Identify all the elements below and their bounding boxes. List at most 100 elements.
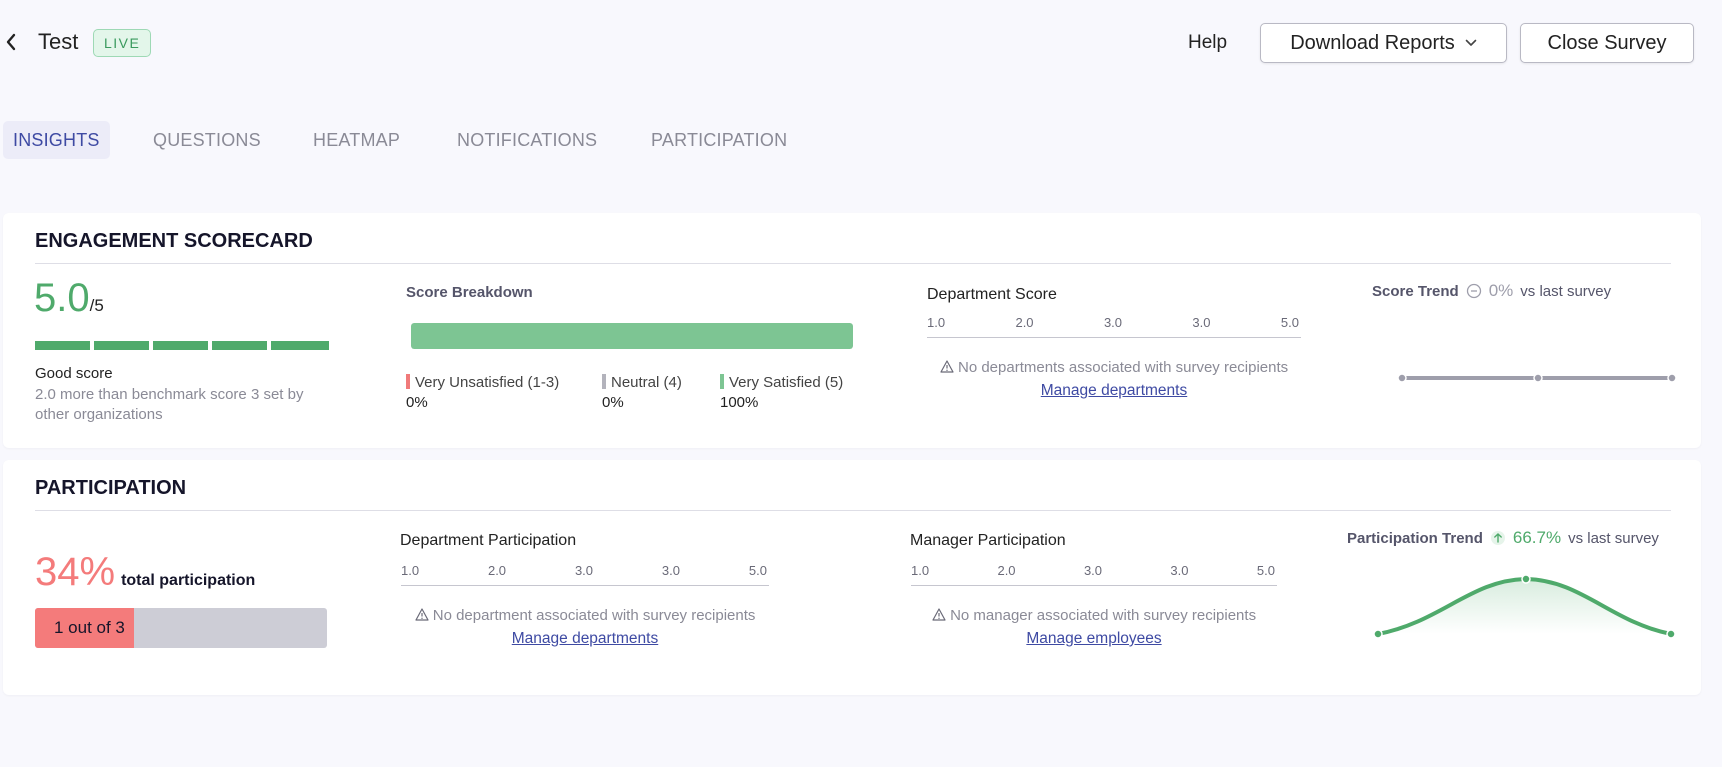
arrow-up-icon (1490, 531, 1505, 545)
download-reports-button[interactable]: Download Reports (1260, 23, 1507, 63)
empty-message-text: No department associated with survey rec… (432, 607, 756, 624)
participation-trend-title: Participation Trend (1347, 529, 1483, 547)
download-reports-label: Download Reports (1290, 31, 1455, 54)
axis-tick: 1.0 (401, 563, 420, 578)
trend-area (1378, 579, 1671, 634)
manage-departments-link[interactable]: Manage departments (1041, 382, 1187, 399)
manage-employees-link[interactable]: Manage employees (1026, 630, 1161, 647)
tab-label: QUESTIONS (153, 129, 261, 150)
trend-point (1373, 629, 1383, 639)
manager-empty-message: No manager associated with survey recipi… (911, 607, 1277, 624)
trend-point (1521, 574, 1531, 584)
chevron-down-icon (1465, 39, 1477, 46)
manage-departments-wrap: Manage departments (401, 630, 769, 648)
axis-line (911, 585, 1277, 586)
participation-trend-chart (1373, 574, 1676, 639)
score-trend-header: Score Trend 0% vs last survey (1372, 281, 1611, 301)
score-segment-bar (35, 341, 329, 350)
legend-swatch (720, 374, 724, 389)
score-trend-value: 0% (1488, 281, 1514, 300)
manage-departments-link[interactable]: Manage departments (512, 630, 658, 647)
axis-tick: 1.0 (911, 563, 930, 578)
card-title: ENGAGEMENT SCORECARD (35, 230, 313, 252)
axis-tick: 2.0 (1015, 315, 1034, 330)
legend-label: Neutral (4) (611, 374, 682, 391)
trend-point (1667, 373, 1677, 383)
chevron-left-icon (6, 33, 16, 51)
axis-tick: 3.0 (661, 563, 680, 578)
tab-heatmap[interactable]: HEATMAP (313, 121, 400, 159)
axis-tick: 5.0 (1280, 315, 1299, 330)
participation-trend-value: 66.7% (1512, 528, 1562, 547)
manager-participation-title: Manager Participation (910, 532, 1066, 549)
legend-label: Very Satisfied (5) (729, 374, 844, 391)
trend-point (1666, 629, 1676, 639)
tab-questions[interactable]: QUESTIONS (153, 121, 261, 159)
tab-label: PARTICIPATION (651, 129, 788, 150)
breakdown-bar-fill (411, 323, 853, 349)
department-empty-message: No departments associated with survey re… (927, 359, 1301, 376)
score-value: 5.0 (34, 276, 90, 320)
engagement-scorecard-card: ENGAGEMENT SCORECARD 5.0 /5 Good score 2… (3, 213, 1701, 448)
department-score-axis: 1.0 2.0 3.0 3.0 5.0 (927, 315, 1299, 330)
tab-label: INSIGHTS (13, 129, 100, 150)
close-survey-button[interactable]: Close Survey (1520, 23, 1694, 63)
status-badge: LIVE (93, 29, 152, 57)
participation-percent-label: total participation (121, 572, 256, 589)
breakdown-title: Score Breakdown (406, 284, 533, 301)
axis-tick: 3.0 (1192, 315, 1211, 330)
legend-swatch (406, 374, 410, 389)
minus-circle-icon (1466, 283, 1481, 299)
score-description: 2.0 more than benchmark score 3 set by o… (35, 386, 304, 423)
participation-bar: 1 out of 3 (35, 608, 327, 648)
help-link[interactable]: Help (1188, 32, 1227, 54)
department-empty-message: No department associated with survey rec… (401, 607, 769, 624)
warning-triangle-icon (932, 608, 946, 621)
total-participation: 34% total participation (35, 550, 255, 595)
participation-card: PARTICIPATION 34% total participation 1 … (3, 460, 1701, 695)
axis-tick: 3.0 (1083, 563, 1103, 578)
axis-tick: 3.0 (574, 563, 594, 578)
legend-value: 100% (720, 394, 759, 411)
axis-line (401, 585, 769, 586)
trend-point (1397, 373, 1407, 383)
divider (35, 510, 1671, 511)
axis-tick: 5.0 (1256, 563, 1275, 578)
legend-item: Very Unsatisfied (1-3) 0% (406, 374, 559, 411)
axis-tick: 2.0 (997, 563, 1016, 578)
manage-employees-wrap: Manage employees (911, 630, 1277, 648)
divider (35, 263, 1671, 264)
tab-participation[interactable]: PARTICIPATION (651, 121, 787, 159)
warning-triangle-icon (940, 360, 954, 373)
participation-percent: 34% (35, 550, 116, 594)
axis-tick: 3.0 (1170, 563, 1189, 578)
participation-trend-header: Participation Trend 66.7% vs last survey (1347, 528, 1659, 548)
legend-item: Neutral (4) 0% (602, 374, 682, 411)
empty-message-text: No manager associated with survey recipi… (950, 607, 1257, 624)
tab-label: NOTIFICATIONS (457, 129, 598, 150)
participation-trend-suffix: vs last survey (1568, 529, 1659, 547)
back-button[interactable] (0, 28, 22, 56)
page-title: Test (38, 29, 79, 54)
score-trend-suffix: vs last survey (1520, 282, 1612, 300)
axis-tick: 3.0 (1103, 315, 1123, 330)
legend-item: Very Satisfied (5) 100% (720, 374, 843, 411)
axis-line (927, 337, 1301, 338)
participation-bar-label: 1 out of 3 (54, 618, 125, 637)
axis-tick: 5.0 (748, 563, 767, 578)
axis-tick: 2.0 (487, 563, 507, 578)
score-label: Good score (35, 365, 113, 382)
tab-insights[interactable]: INSIGHTS (3, 121, 110, 159)
manage-departments-wrap: Manage departments (927, 382, 1301, 400)
trend-point (1533, 373, 1543, 383)
legend-label: Very Unsatisfied (1-3) (415, 374, 560, 391)
card-title: PARTICIPATION (35, 477, 187, 499)
legend-value: 0% (406, 394, 428, 411)
department-score-title: Department Score (927, 286, 1057, 303)
legend-value: 0% (602, 394, 624, 411)
breakdown-bar (411, 323, 853, 349)
empty-message-text: No departments associated with survey re… (958, 359, 1289, 376)
tab-notifications[interactable]: NOTIFICATIONS (457, 121, 597, 159)
manager-participation-axis: 1.0 2.0 3.0 3.0 5.0 (911, 563, 1275, 578)
tab-label: HEATMAP (313, 129, 401, 150)
